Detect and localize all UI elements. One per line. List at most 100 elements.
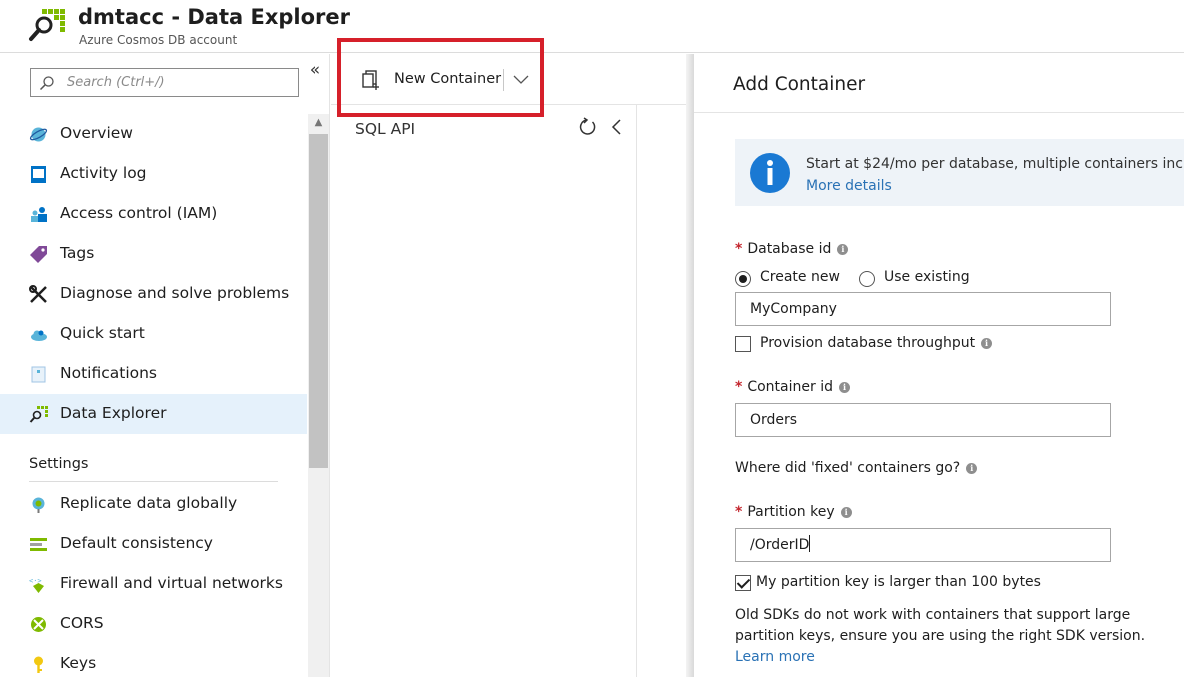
provision-throughput-label: Provision database throughput i (760, 335, 993, 351)
people-icon (31, 207, 47, 222)
sdk-note-text: Old SDKs do not work with containers tha… (735, 607, 1146, 644)
info-small-icon[interactable]: i (966, 463, 978, 474)
required-marker: * (735, 379, 743, 395)
more-details-link[interactable]: More details (806, 178, 892, 194)
container-id-input[interactable] (735, 403, 1111, 437)
nav-item-label: Overview (60, 124, 133, 142)
info-small-icon[interactable]: i (838, 382, 850, 393)
scroll-up-icon[interactable]: ▲ (308, 114, 329, 132)
partition-key-value: /OrderID (750, 537, 810, 553)
fixed-question-text: Where did 'fixed' containers go? (735, 460, 961, 476)
search-box[interactable] (30, 68, 299, 97)
explorer-toolbar: New Container (331, 54, 686, 105)
nav-item-activity-log[interactable]: Activity log (0, 154, 307, 194)
pricing-info-text: Start at $24/mo per database, multiple c… (806, 156, 1184, 172)
new-container-label: New Container (394, 71, 502, 87)
search-icon (39, 76, 54, 91)
checkbox-checked[interactable] (735, 575, 751, 591)
panel-shadow (686, 54, 694, 677)
nav-item-label: Diagnose and solve problems (60, 284, 290, 302)
radio-unselected[interactable] (859, 271, 875, 287)
database-id-input[interactable] (735, 292, 1111, 326)
container-id-label: * Container id i (735, 379, 850, 395)
nav-item-label: Tags (60, 244, 95, 262)
nav-item-label: Default consistency (60, 534, 213, 552)
nav-item-notifications[interactable]: Notifications (0, 354, 307, 394)
tag-icon (30, 246, 47, 263)
firewall-icon: <·> (29, 577, 44, 593)
settings-divider (29, 481, 278, 482)
container-id-label-text: Container id (747, 379, 833, 395)
nav-item-label: Replicate data globally (60, 494, 238, 512)
consistency-icon (30, 538, 47, 551)
activity-log-icon (31, 166, 46, 183)
info-small-icon[interactable]: i (981, 338, 993, 349)
collapse-nav-button[interactable]: « (306, 60, 324, 80)
partition-key-label: * Partition key i (735, 504, 852, 520)
key-icon (34, 656, 43, 673)
database-id-label-text: Database id (747, 241, 832, 257)
cors-icon (31, 617, 46, 632)
required-marker: * (735, 241, 743, 257)
radio-selected[interactable] (735, 271, 751, 287)
resource-tree: SQL API (331, 105, 637, 677)
learn-more-link[interactable]: Learn more (735, 649, 815, 665)
nav-item-label: Keys (60, 654, 97, 672)
nav-item-label: Access control (IAM) (60, 204, 218, 222)
pricing-info-box: Start at $24/mo per database, multiple c… (735, 139, 1184, 206)
nav-item-label: Activity log (60, 164, 147, 182)
scrollbar-thumb[interactable] (309, 134, 328, 468)
cloud-icon (31, 330, 47, 341)
info-icon (750, 153, 790, 193)
nav-scrollbar[interactable]: ▲ (308, 114, 329, 677)
nav-item-overview[interactable]: Overview (0, 114, 307, 154)
partition-key-input[interactable]: /OrderID (735, 528, 1111, 562)
data-explorer-icon (29, 406, 48, 423)
toolbar-separator (503, 69, 504, 91)
database-mode-radio-group: Create new Use existing (735, 269, 1035, 291)
info-small-icon[interactable]: i (840, 507, 852, 518)
app-header: dmtacc - Data Explorer Azure Cosmos DB a… (0, 0, 1184, 53)
required-marker: * (735, 504, 743, 520)
text-cursor (809, 535, 811, 552)
nav-item-cors[interactable]: CORS (0, 604, 307, 644)
chevron-down-icon[interactable] (513, 70, 529, 88)
nav-item-label: CORS (60, 614, 104, 632)
panel-title: Add Container (733, 74, 866, 95)
new-container-button[interactable]: New Container (345, 64, 531, 96)
create-new-label: Create new (760, 269, 840, 285)
checkbox-unchecked[interactable] (735, 336, 751, 352)
nav-item-label: Quick start (60, 324, 145, 342)
nav-item-firewall[interactable]: <·> Firewall and virtual networks (0, 564, 307, 604)
database-id-label: * Database id i (735, 241, 849, 257)
data-explorer-logo-icon (29, 9, 65, 41)
nav-item-default-consistency[interactable]: Default consistency (0, 524, 307, 564)
globe-replicate-icon (32, 497, 45, 513)
api-label: SQL API (355, 120, 416, 138)
nav-item-tags[interactable]: Tags (0, 234, 307, 274)
nav-item-data-explorer[interactable]: Data Explorer (0, 394, 307, 434)
nav-item-diagnose[interactable]: Diagnose and solve problems (0, 274, 307, 314)
chevron-left-icon[interactable] (609, 117, 623, 137)
fixed-containers-question: Where did 'fixed' containers go? i (735, 460, 978, 476)
page-title: dmtacc - Data Explorer (78, 5, 350, 29)
page-subtitle: Azure Cosmos DB account (79, 33, 238, 47)
wrench-icon (29, 285, 47, 303)
notification-icon (31, 366, 46, 383)
nav-item-keys[interactable]: Keys (0, 644, 307, 677)
nav-item-access-control[interactable]: Access control (IAM) (0, 194, 307, 234)
info-small-icon[interactable]: i (837, 244, 849, 255)
search-input[interactable] (67, 72, 292, 93)
nav-item-quick-start[interactable]: Quick start (0, 314, 307, 354)
nav-item-label: Firewall and virtual networks (60, 574, 283, 592)
sdk-note: Old SDKs do not work with containers tha… (735, 605, 1180, 668)
partition-key-label-text: Partition key (747, 504, 835, 520)
large-partition-key-label: My partition key is larger than 100 byte… (756, 574, 1041, 590)
globe-icon (29, 127, 48, 142)
nav-item-replicate[interactable]: Replicate data globally (0, 484, 307, 524)
left-navigation: « ▲ Overview Activity log (0, 54, 330, 677)
refresh-icon[interactable] (577, 117, 597, 137)
panel-divider (694, 112, 1184, 113)
nav-item-label: Notifications (60, 364, 158, 382)
new-container-icon (362, 70, 379, 90)
